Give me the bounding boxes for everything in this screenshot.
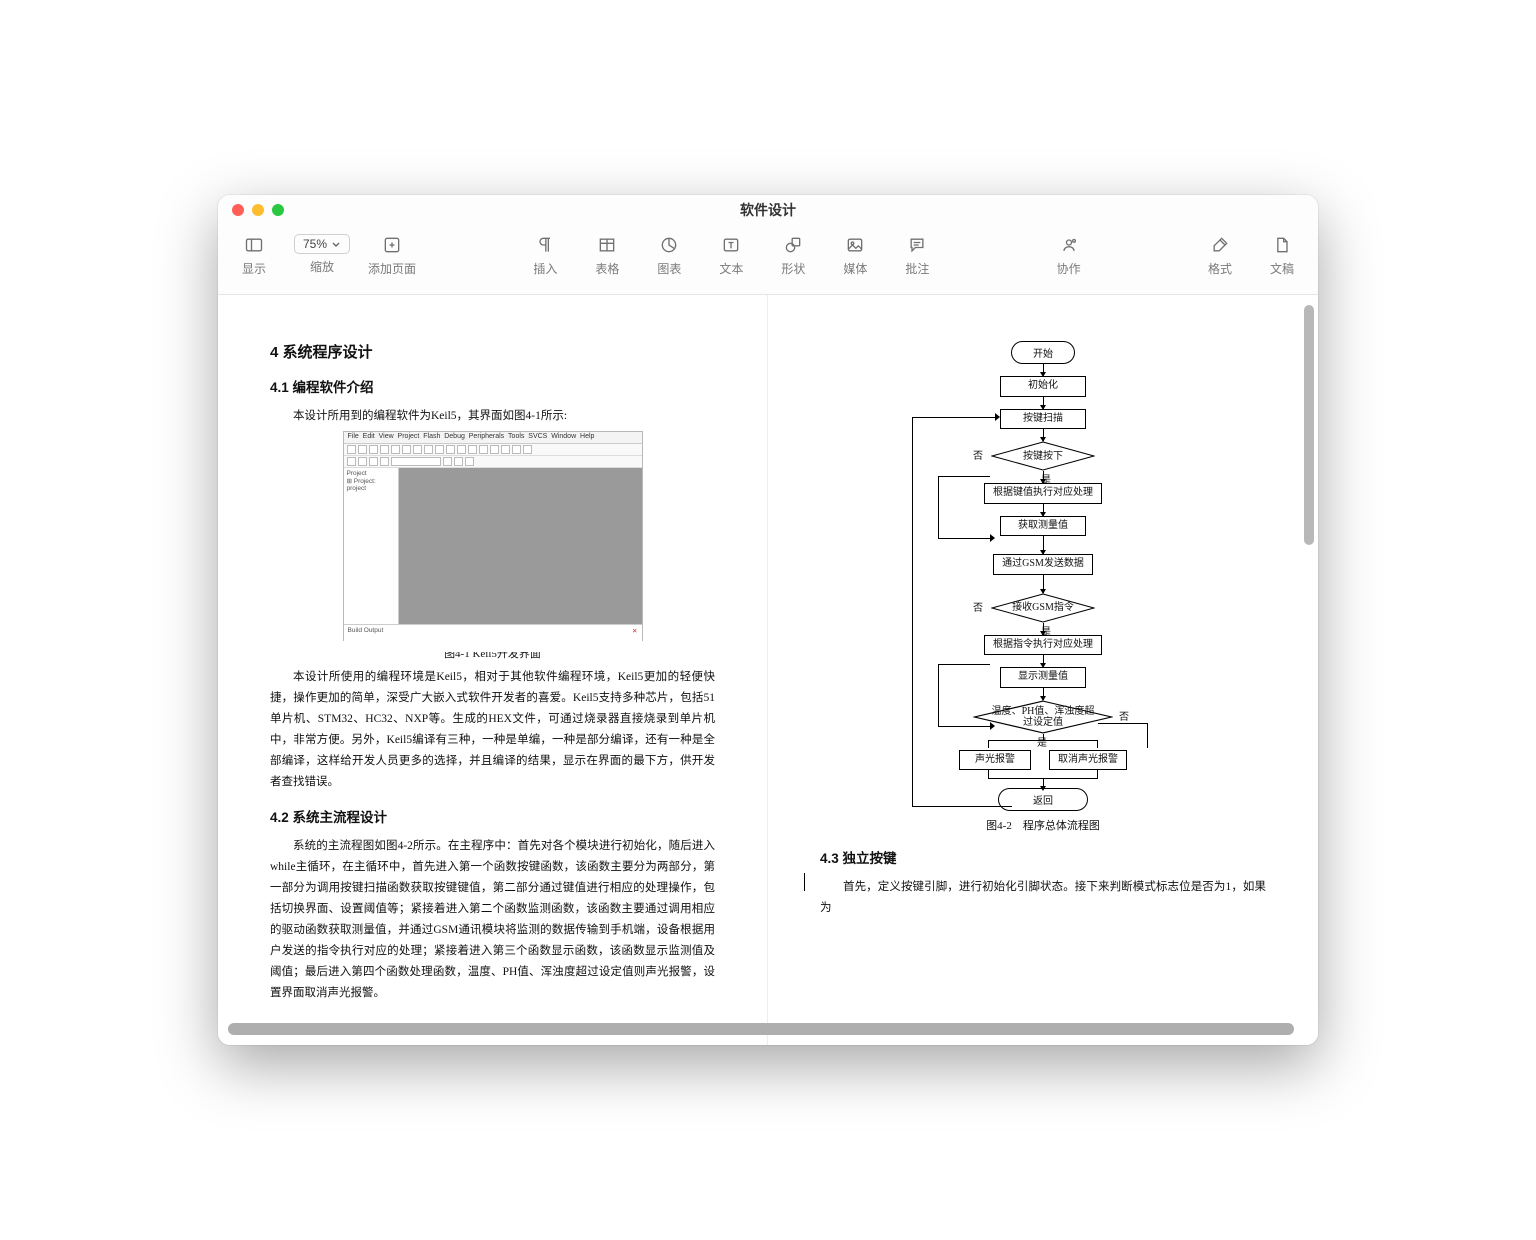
heading-2-1: 4.1 编程软件介绍	[270, 376, 715, 396]
pages-container: 4 系统程序设计 4.1 编程软件介绍 本设计所用到的编程软件为Keil5，其界…	[218, 295, 1318, 1045]
flow-return: 返回	[998, 788, 1088, 811]
app-window: 软件设计 显示 75% 缩放 添加页面	[218, 195, 1318, 1045]
text-cursor	[804, 873, 805, 891]
paragraph: 首先，定义按键引脚，进行初始化引脚状态。接下来判断模式标志位是否为1，如果为	[820, 877, 1266, 919]
shape-button[interactable]: 形状	[771, 234, 815, 277]
flowchart-figure: 开始 初始化 按键扫描 按键按下 否 是	[918, 341, 1168, 811]
plus-square-icon	[381, 234, 403, 256]
flow-cmdhandle: 根据指令执行对应处理	[984, 635, 1102, 656]
chart-button[interactable]: 图表	[647, 234, 691, 277]
media-button[interactable]: 媒体	[833, 234, 877, 277]
keil-screenshot-figure: File Edit View Project Flash Debug Perip…	[343, 431, 643, 641]
window-title: 软件设计	[218, 200, 1318, 220]
heading-2-3: 4.3 独立按键	[820, 847, 1266, 867]
comment-button[interactable]: 批注	[895, 234, 939, 277]
figure-caption-2: 图4-2 程序总体流程图	[820, 817, 1266, 833]
flow-alarm: 声光报警	[959, 750, 1031, 771]
add-page-button[interactable]: 添加页面	[368, 234, 416, 277]
document-button[interactable]: 文稿	[1260, 234, 1304, 277]
text-button[interactable]: 文本	[709, 234, 753, 277]
flow-display: 显示测量值	[1000, 667, 1086, 688]
pilcrow-icon	[534, 234, 556, 256]
image-icon	[844, 234, 866, 256]
flow-start: 开始	[1011, 341, 1075, 364]
vertical-scrollbar-thumb[interactable]	[1304, 305, 1314, 545]
heading-2-2: 4.2 系统主流程设计	[270, 806, 715, 826]
title-bar: 软件设计	[218, 195, 1318, 225]
toolbar: 显示 75% 缩放 添加页面 插入	[218, 225, 1318, 295]
table-button[interactable]: 表格	[585, 234, 629, 277]
document-icon	[1271, 234, 1293, 256]
format-button[interactable]: 格式	[1198, 234, 1242, 277]
text-icon	[720, 234, 742, 256]
flow-decision-gsmrecv: 接收GSM指令	[991, 593, 1095, 623]
insert-button[interactable]: 插入	[523, 234, 567, 277]
pie-chart-icon	[658, 234, 680, 256]
flow-keyscan: 按键扫描	[1000, 409, 1086, 430]
shape-icon	[782, 234, 804, 256]
flow-decision-keypress: 按键按下	[991, 441, 1095, 471]
view-button[interactable]: 显示	[232, 234, 276, 277]
paragraph: 系统的主流程图如图4-2所示。在主程序中：首先对各个模块进行初始化，随后进入wh…	[270, 836, 715, 1003]
flow-gsmsend: 通过GSM发送数据	[993, 554, 1093, 575]
collaborate-button[interactable]: 协作	[1047, 234, 1091, 277]
paintbrush-icon	[1209, 234, 1231, 256]
collaborate-icon	[1058, 234, 1080, 256]
page-1: 4 系统程序设计 4.1 编程软件介绍 本设计所用到的编程软件为Keil5，其界…	[218, 295, 768, 1045]
flow-keyhandle: 根据键值执行对应处理	[984, 483, 1102, 504]
document-area[interactable]: 4 系统程序设计 4.1 编程软件介绍 本设计所用到的编程软件为Keil5，其界…	[218, 295, 1318, 1045]
paragraph: 本设计所用到的编程软件为Keil5，其界面如图4-1所示:	[270, 406, 715, 427]
comment-icon	[906, 234, 928, 256]
flow-decision-threshold: 温度、PH值、浑浊度超过设定值	[973, 700, 1113, 734]
zoom-control[interactable]: 75% 缩放	[294, 234, 350, 277]
heading-1: 4 系统程序设计	[270, 341, 715, 362]
horizontal-scrollbar-thumb[interactable]	[228, 1023, 1294, 1035]
chevron-down-icon	[331, 239, 341, 249]
flow-cancel-alarm: 取消声光报警	[1049, 750, 1127, 771]
table-icon	[596, 234, 618, 256]
flow-init: 初始化	[1000, 376, 1086, 397]
sidebar-icon	[243, 234, 265, 256]
vertical-scrollbar[interactable]	[1304, 305, 1314, 1019]
flow-measure: 获取测量值	[1000, 516, 1086, 537]
page-2: 开始 初始化 按键扫描 按键按下 否 是	[768, 295, 1318, 1045]
horizontal-scrollbar[interactable]	[228, 1023, 1294, 1035]
paragraph: 本设计所使用的编程环境是Keil5，相对于其他软件编程环境，Keil5更加的轻便…	[270, 667, 715, 793]
zoom-select[interactable]: 75%	[294, 234, 350, 254]
